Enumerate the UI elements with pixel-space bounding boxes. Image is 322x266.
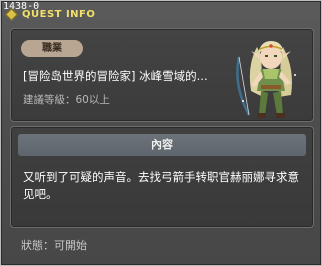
quest-title: [冒险岛世界的冒险家] 冰峰雪域的... — [23, 69, 208, 83]
required-level: 建議等級：60以上 — [23, 94, 110, 106]
window-title-bar[interactable]: QUEST INFO — [5, 8, 96, 21]
quest-info-window: 1438-0 QUEST INFO 職業 [冒险岛世界的冒险家] 冰峰雪域的..… — [0, 0, 322, 266]
status-value: 可開始 — [54, 239, 87, 252]
quest-content-panel: 內容 又听到了可疑的声音。去找弓箭手转职官赫丽娜寻求意见吧。 — [10, 126, 314, 228]
npc-portrait-icon — [236, 41, 296, 118]
diamond-bullet-icon — [5, 8, 18, 21]
content-body: 又听到了可疑的声音。去找弓箭手转职官赫丽娜寻求意见吧。 — [23, 170, 299, 201]
quest-status: 狀態：可開始 — [21, 237, 87, 253]
window-title: QUEST INFO — [22, 9, 96, 20]
quest-summary-panel: 職業 [冒险岛世界的冒险家] 冰峰雪域的... 建議等級：60以上 — [10, 28, 314, 122]
content-header: 內容 — [18, 134, 306, 156]
status-label: 狀態： — [21, 239, 54, 252]
job-badge: 職業 — [21, 40, 83, 57]
